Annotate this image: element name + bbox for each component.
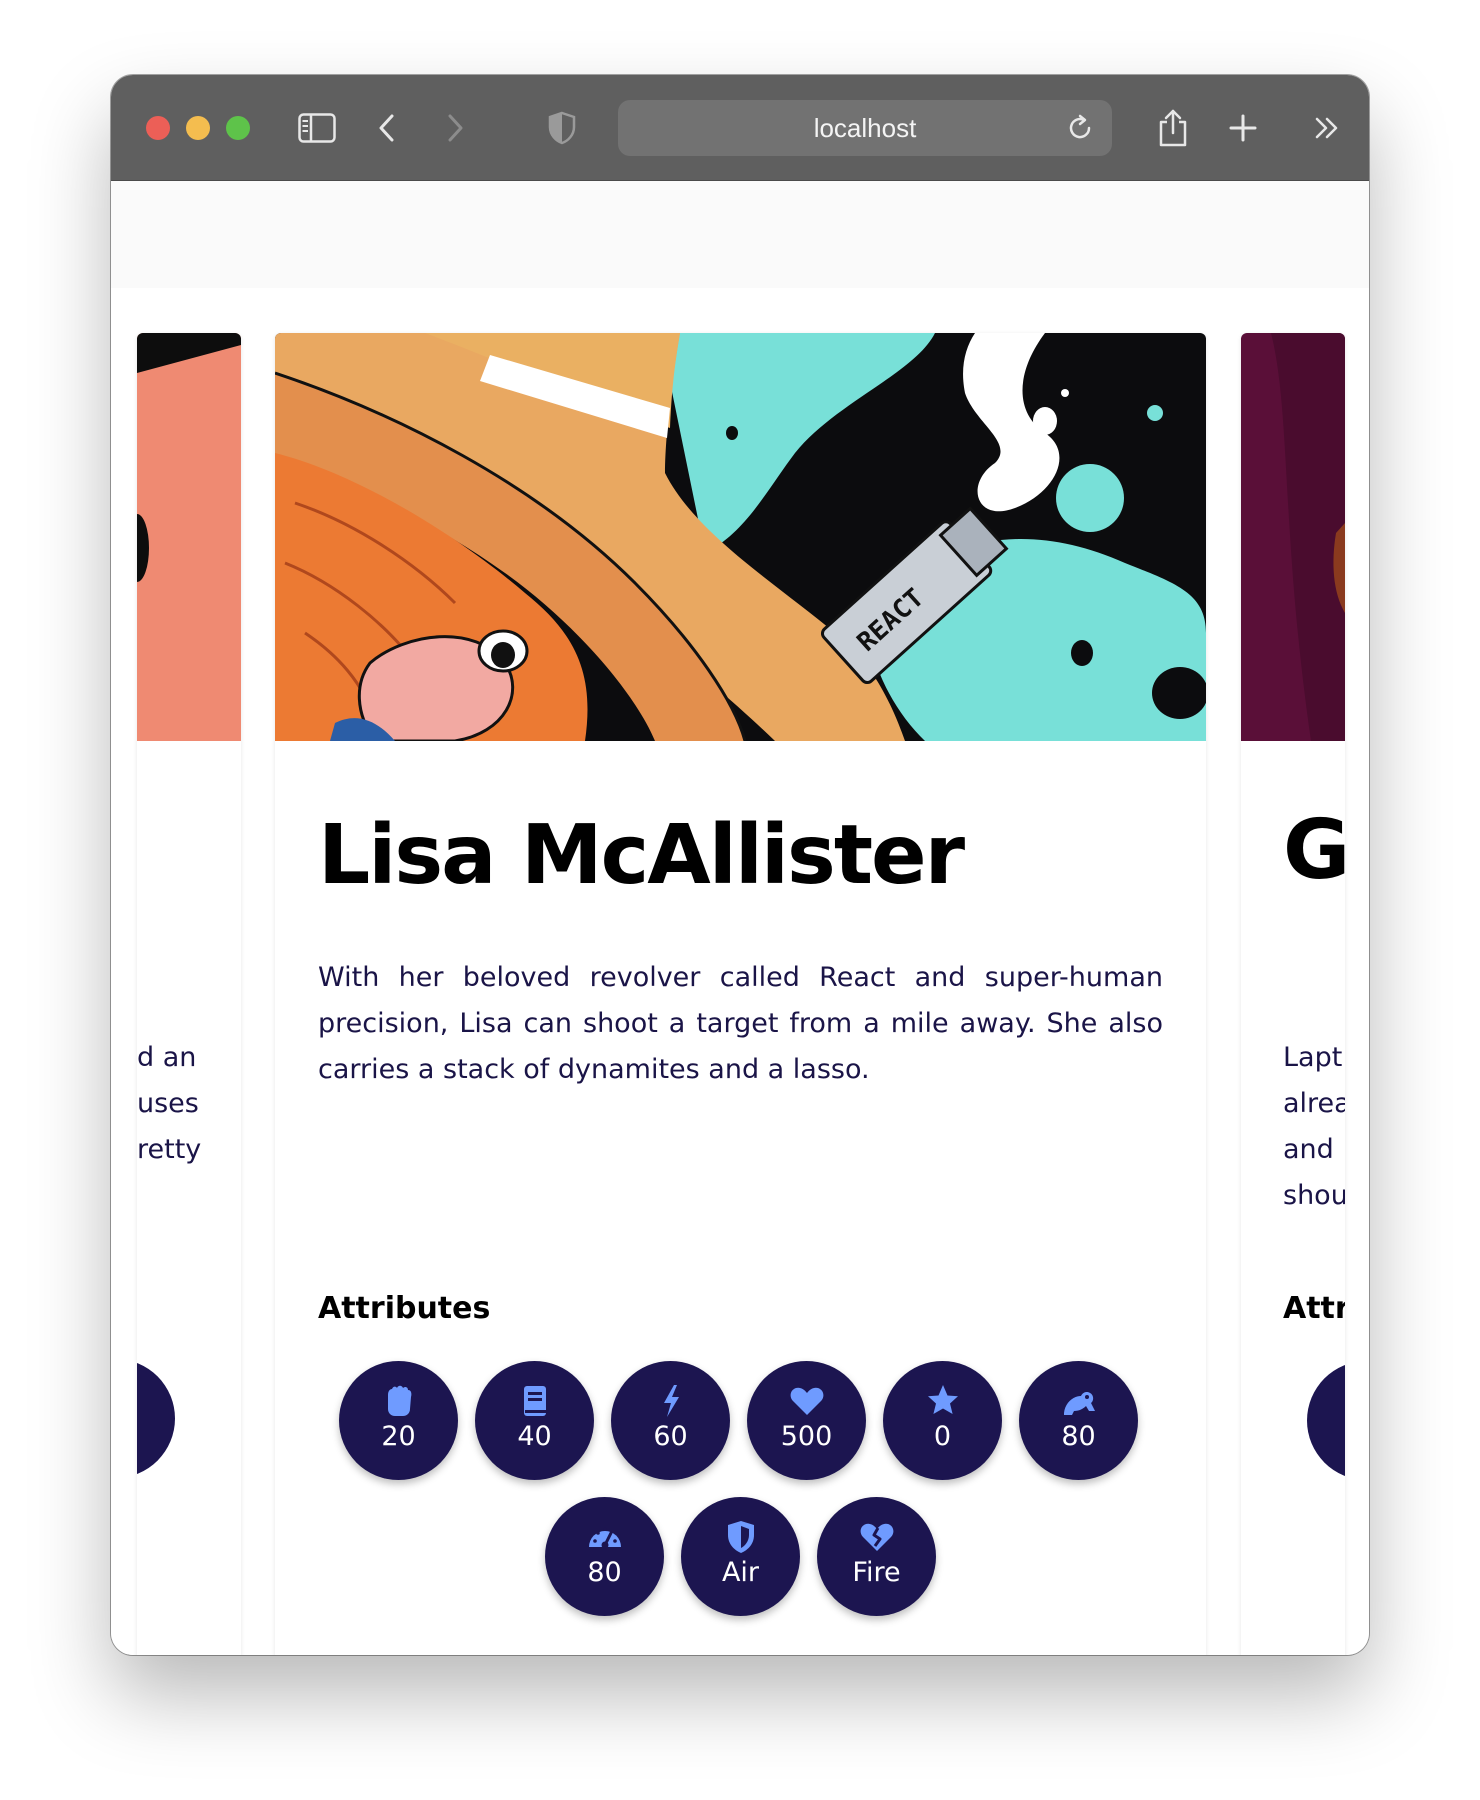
description-line: and (1283, 1134, 1334, 1165)
attribute-badge (1307, 1361, 1345, 1480)
character-name: Lisa McAllister (318, 808, 965, 903)
attribute-value: 500 (780, 1421, 833, 1452)
close-window-button[interactable] (146, 116, 170, 140)
attribute-badge-speed: 80 (545, 1497, 664, 1616)
attribute-badge-special: 0 (883, 1361, 1002, 1480)
share-icon[interactable] (1153, 108, 1193, 148)
attribute-value: 0 (933, 1421, 952, 1452)
forward-icon[interactable] (435, 108, 475, 148)
attribute-badge-agility: 80 (1019, 1361, 1138, 1480)
description-line: Lapt (1283, 1042, 1343, 1073)
attribute-value: 80 (1061, 1421, 1096, 1452)
attribute-value: 40 (517, 1421, 552, 1452)
description-line: alrea (1283, 1088, 1345, 1119)
book-icon (524, 1386, 546, 1416)
description-line: retty (137, 1134, 202, 1165)
star-icon (928, 1385, 958, 1414)
attribute-badge-intelligence: 40 (475, 1361, 594, 1480)
broken-heart-icon (860, 1523, 894, 1551)
minimize-window-button[interactable] (186, 116, 210, 140)
zoom-window-button[interactable] (226, 116, 250, 140)
character-image-previous (137, 333, 241, 741)
attribute-badge-resistance: Air (681, 1497, 800, 1616)
attribute-badge (137, 1359, 175, 1478)
address-bar[interactable]: localhost (618, 100, 1112, 156)
new-tab-icon[interactable] (1223, 108, 1263, 148)
character-card[interactable]: REACT Lisa McAllister With her beloved r… (275, 333, 1206, 1655)
page-header-strip (111, 181, 1369, 288)
attribute-value: 80 (587, 1557, 622, 1588)
character-card-next[interactable]: G Lapt alrea and shou Attri (1241, 333, 1345, 1655)
attribute-badge-weakness: Fire (817, 1497, 936, 1616)
shield-icon (728, 1521, 754, 1553)
character-image-next (1241, 333, 1345, 741)
reload-icon[interactable] (1064, 112, 1096, 144)
url-text: localhost (813, 112, 917, 143)
shield-icon[interactable] (542, 108, 582, 148)
sidebar-icon[interactable] (297, 108, 337, 148)
character-name-fragment: G (1283, 803, 1345, 898)
character-image: REACT (275, 333, 1206, 741)
back-icon[interactable] (367, 108, 407, 148)
browser-window: localhost d an uses retty REACT Lisa McA… (111, 75, 1369, 1655)
more-icon[interactable] (1307, 108, 1347, 148)
fist-icon (388, 1385, 412, 1416)
attribute-value: 60 (653, 1421, 688, 1452)
character-description: With her beloved revolver called React a… (318, 962, 1163, 1085)
attribute-value: Air (721, 1557, 760, 1588)
attribute-badge-health: 500 (747, 1361, 866, 1480)
character-card-previous[interactable]: d an uses retty (137, 333, 241, 1655)
attribute-badge-strength: 20 (339, 1361, 458, 1480)
description-line: uses (137, 1088, 199, 1119)
frog-icon (1064, 1392, 1095, 1415)
attribute-badge-energy: 60 (611, 1361, 730, 1480)
attributes-heading-fragment: Attri (1283, 1291, 1345, 1326)
attribute-value: 20 (381, 1421, 416, 1452)
attributes-heading: Attributes (318, 1291, 491, 1326)
gauge-icon (589, 1527, 621, 1549)
browser-toolbar: localhost (111, 75, 1369, 181)
bolt-icon (664, 1385, 679, 1417)
description-line: d an (137, 1042, 197, 1073)
page-content: d an uses retty REACT Lisa McAllister Wi… (111, 181, 1369, 1655)
description-line: shou (1283, 1180, 1345, 1211)
attribute-value: Fire (852, 1557, 901, 1588)
heart-icon (790, 1387, 824, 1415)
